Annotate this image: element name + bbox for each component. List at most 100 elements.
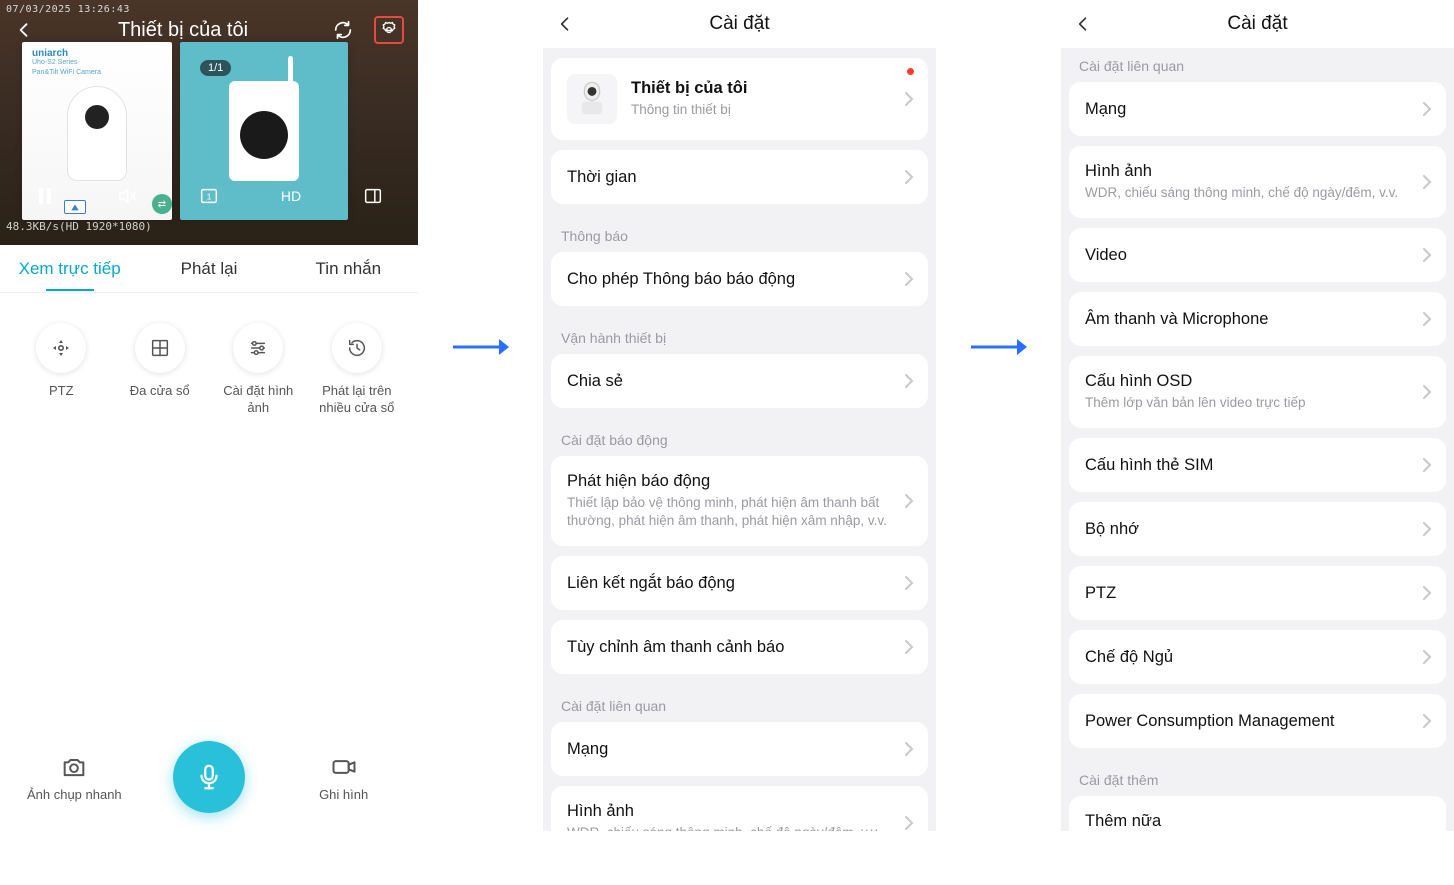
main-tabs: Xem trực tiếp Phát lại Tin nhắn xyxy=(0,245,418,293)
chevron-right-icon xyxy=(1422,457,1432,473)
chevron-right-icon xyxy=(904,815,914,831)
quick-actions: PTZ Đa cửa sổ Cài đặt hình ảnh Phát lại … xyxy=(0,293,418,427)
row-alarm-detection[interactable]: Phát hiện báo động Thiết lập bảo vệ thôn… xyxy=(551,456,928,546)
row-alarm-detection-label: Phát hiện báo động xyxy=(567,472,890,491)
online-indicator-icon: ⇄ xyxy=(152,194,172,214)
device-sub: Thông tin thiết bị xyxy=(631,101,890,119)
row-image[interactable]: Hình ảnh WDR, chiếu sáng thông minh, chế… xyxy=(1069,146,1446,218)
chevron-right-icon xyxy=(1422,384,1432,400)
chevron-right-icon xyxy=(1422,101,1432,117)
row-osd[interactable]: Cấu hình OSD Thêm lớp văn bản lên video … xyxy=(1069,356,1446,428)
row-alarm-linkage[interactable]: Liên kết ngắt báo động xyxy=(551,556,928,610)
row-time[interactable]: Thời gian xyxy=(551,150,928,204)
action-ptz[interactable]: PTZ xyxy=(21,323,101,417)
grid-icon xyxy=(135,323,185,373)
section-alarm: Cài đặt báo động xyxy=(543,418,936,456)
row-power-label: Power Consumption Management xyxy=(1085,712,1408,731)
page-indicator: 1/1 xyxy=(200,60,231,76)
quality-hd-button[interactable]: HD xyxy=(276,181,306,211)
action-multiplay-label: Phát lại trên nhiều cửa sổ xyxy=(317,383,397,417)
row-network[interactable]: Mạng xyxy=(551,722,928,776)
device-title: Thiết bị của tôi xyxy=(118,19,248,42)
fullscreen-icon[interactable] xyxy=(358,181,388,211)
snapshot-button[interactable]: Ảnh chụp nhanh xyxy=(24,753,124,802)
brand-series: Uho-S2 Series xyxy=(32,59,78,67)
video-timestamp: 07/03/2025 13:26:43 xyxy=(6,4,130,15)
row-image[interactable]: Hình ảnh WDR, chiếu sáng thông minh, chế… xyxy=(551,786,928,831)
sliders-icon xyxy=(233,323,283,373)
single-view-icon[interactable]: 1 xyxy=(194,181,224,211)
brand-text: uniarch xyxy=(32,48,68,59)
chevron-right-icon xyxy=(904,169,914,185)
row-sim[interactable]: Cấu hình thẻ SIM xyxy=(1069,438,1446,492)
history-icon xyxy=(332,323,382,373)
brand-desc: Pan&Tilt WiFi Camera xyxy=(32,69,101,77)
video-icon xyxy=(329,753,359,781)
chevron-right-icon xyxy=(904,91,914,107)
row-sleep[interactable]: Chế độ Ngủ xyxy=(1069,630,1446,684)
action-multiview[interactable]: Đa cửa sổ xyxy=(120,323,200,417)
row-memory[interactable]: Bộ nhớ xyxy=(1069,502,1446,556)
settings-scroll[interactable]: Thiết bị của tôi Thông tin thiết bị Thời… xyxy=(543,48,936,831)
row-alarm-detection-sub: Thiết lập bảo vệ thông minh, phát hiện â… xyxy=(567,494,890,530)
row-video[interactable]: Video xyxy=(1069,228,1446,282)
video-controls: 1 HD xyxy=(0,181,418,211)
chevron-right-icon xyxy=(904,575,914,591)
chevron-right-icon xyxy=(1422,713,1432,729)
record-button[interactable]: Ghi hình xyxy=(294,753,394,802)
section-operate: Vận hành thiết bị xyxy=(543,316,936,354)
talk-button[interactable] xyxy=(173,741,245,813)
settings-scroll[interactable]: Cài đặt liên quan Mạng Hình ảnh WDR, chi… xyxy=(1061,48,1454,831)
chevron-right-icon xyxy=(1422,311,1432,327)
chevron-right-icon xyxy=(904,271,914,287)
row-audio[interactable]: Âm thanh và Microphone xyxy=(1069,292,1446,346)
settings-gear-icon[interactable] xyxy=(374,16,404,44)
row-time-label: Thời gian xyxy=(567,168,890,187)
back-icon[interactable] xyxy=(555,14,575,34)
tab-live[interactable]: Xem trực tiếp xyxy=(0,247,139,291)
device-thumb-icon xyxy=(567,74,617,124)
chevron-right-icon xyxy=(1422,585,1432,601)
row-ptz[interactable]: PTZ xyxy=(1069,566,1446,620)
tab-playback[interactable]: Phát lại xyxy=(139,247,278,291)
section-more: Cài đặt thêm xyxy=(1061,758,1454,796)
svg-text:1: 1 xyxy=(207,193,212,202)
row-osd-label: Cấu hình OSD xyxy=(1085,372,1408,391)
row-power[interactable]: Power Consumption Management xyxy=(1069,694,1446,748)
notification-dot-icon xyxy=(907,68,914,75)
row-ptz-label: PTZ xyxy=(1085,584,1408,603)
mute-icon[interactable] xyxy=(112,181,142,211)
row-alarm-sound[interactable]: Tùy chỉnh âm thanh cảnh báo xyxy=(551,620,928,674)
row-allow-notify-label: Cho phép Thông báo báo động xyxy=(567,270,890,289)
microphone-icon xyxy=(194,762,224,792)
snapshot-label: Ảnh chụp nhanh xyxy=(27,787,122,802)
row-network-label: Mạng xyxy=(567,740,890,759)
row-image-sub: WDR, chiếu sáng thông minh, chế độ ngày/… xyxy=(567,824,890,831)
section-related: Cài đặt liên quan xyxy=(543,684,936,722)
row-more[interactable]: Thêm nữa Đèn báo thiết bị, chế độ tiêu t… xyxy=(1069,796,1446,831)
nav-bar: Cài đặt xyxy=(543,0,936,48)
chevron-right-icon xyxy=(1422,247,1432,263)
pause-icon[interactable] xyxy=(30,181,60,211)
back-icon[interactable] xyxy=(1073,14,1093,34)
action-image-settings[interactable]: Cài đặt hình ảnh xyxy=(218,323,298,417)
action-multi-playback[interactable]: Phát lại trên nhiều cửa sổ xyxy=(317,323,397,417)
back-icon[interactable] xyxy=(14,20,34,40)
video-feed[interactable]: 07/03/2025 13:26:43 Thiết bị của tôi uni… xyxy=(0,0,418,245)
row-more-label: Thêm nữa xyxy=(1085,812,1408,831)
chevron-right-icon xyxy=(904,741,914,757)
tab-messages[interactable]: Tin nhắn xyxy=(279,247,418,291)
refresh-icon[interactable] xyxy=(332,19,354,41)
row-osd-sub: Thêm lớp văn bản lên video trực tiếp xyxy=(1085,394,1408,412)
camera-illustration-left xyxy=(67,86,127,181)
row-network[interactable]: Mạng xyxy=(1069,82,1446,136)
row-allow-notify[interactable]: Cho phép Thông báo báo động xyxy=(551,252,928,306)
row-video-label: Video xyxy=(1085,246,1408,265)
video-header: Thiết bị của tôi xyxy=(0,16,418,44)
row-device-info[interactable]: Thiết bị của tôi Thông tin thiết bị xyxy=(551,58,928,140)
page-title: Cài đặt xyxy=(709,13,769,35)
row-image-label: Hình ảnh xyxy=(1085,162,1408,181)
bottom-bar: Ảnh chụp nhanh Ghi hình xyxy=(0,741,418,813)
row-share[interactable]: Chia sẻ xyxy=(551,354,928,408)
camera-illustration-right xyxy=(229,81,299,181)
